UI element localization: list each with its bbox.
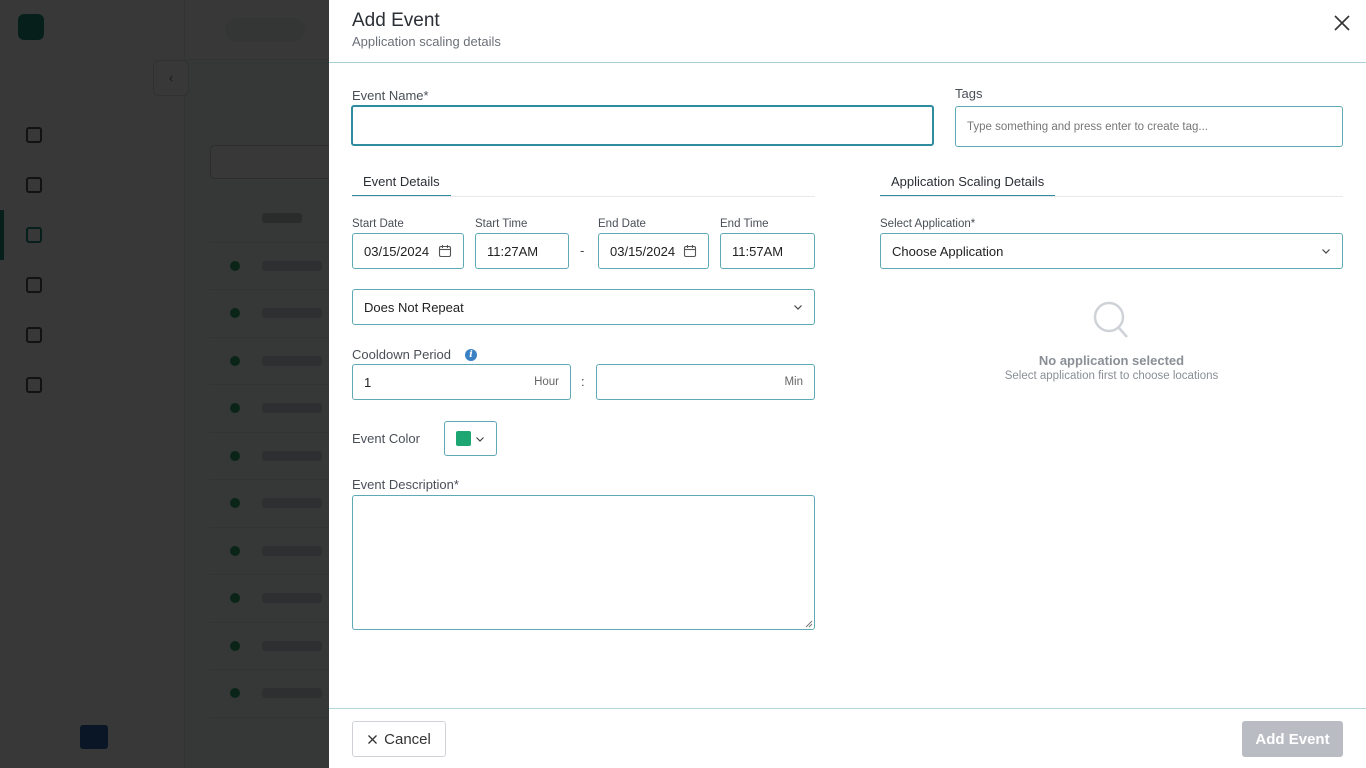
date-range-separator: - xyxy=(580,243,585,258)
tags-label: Tags xyxy=(955,86,983,101)
start-date-input[interactable]: 03/15/2024 xyxy=(352,233,464,269)
add-event-button[interactable]: Add Event xyxy=(1242,721,1343,757)
drawer-subtitle: Application scaling details xyxy=(352,34,501,49)
chevron-down-icon xyxy=(794,305,802,310)
calendar-icon xyxy=(683,245,697,258)
cooldown-hours-suffix: Hour xyxy=(534,376,559,388)
cooldown-hours-input[interactable]: 1 Hour xyxy=(352,364,571,400)
end-date-value: 03/15/2024 xyxy=(610,243,676,259)
select-application-value: Choose Application xyxy=(892,243,1004,259)
chevron-down-icon xyxy=(1322,249,1330,254)
empty-state-title: No application selected xyxy=(1038,353,1185,368)
event-color-picker[interactable] xyxy=(444,421,497,456)
resize-handle-icon[interactable] xyxy=(803,618,813,628)
empty-state: No application selected Select applicati… xyxy=(880,300,1343,382)
drawer-header: Add Event Application scaling details xyxy=(329,0,1366,63)
calendar-icon xyxy=(438,245,452,258)
event-description-label: Event Description* xyxy=(352,477,459,492)
tab-underline xyxy=(352,196,815,197)
search-icon xyxy=(1093,301,1128,338)
cooldown-minutes-suffix: Min xyxy=(784,376,803,388)
drawer-title: Add Event xyxy=(352,10,440,31)
select-application-dropdown[interactable]: Choose Application xyxy=(880,233,1343,269)
start-date-value: 03/15/2024 xyxy=(364,243,430,259)
cancel-button[interactable]: Cancel xyxy=(352,721,446,757)
end-time-label: End Time xyxy=(720,218,769,230)
end-date-label: End Date xyxy=(598,218,646,230)
close-icon xyxy=(368,734,378,744)
cooldown-minutes-input[interactable]: Min xyxy=(596,364,815,400)
cooldown-hours-value: 1 xyxy=(364,374,372,390)
cooldown-label: Cooldown Period xyxy=(352,347,452,362)
repeat-select[interactable]: Does Not Repeat xyxy=(352,289,815,325)
tags-input[interactable]: Type something and press enter to create… xyxy=(955,106,1343,147)
cooldown-colon: : xyxy=(581,374,585,389)
close-button[interactable] xyxy=(1330,11,1354,35)
close-icon xyxy=(1334,15,1350,31)
cancel-button-label: Cancel xyxy=(384,730,431,748)
select-application-label: Select Application* xyxy=(880,218,976,230)
start-time-input[interactable]: 11:27AM xyxy=(475,233,569,269)
event-name-label: Event Name* xyxy=(352,88,429,103)
start-time-label: Start Time xyxy=(475,218,528,230)
add-event-drawer: Add Event Application scaling details Ev… xyxy=(329,0,1366,768)
event-color-label: Event Color xyxy=(352,431,420,446)
event-name-input[interactable] xyxy=(351,105,934,146)
info-icon[interactable]: i xyxy=(465,349,477,361)
app-root: ‹ xyxy=(0,0,1366,768)
end-date-input[interactable]: 03/15/2024 xyxy=(598,233,709,269)
empty-state-subtitle: Select application first to choose locat… xyxy=(1004,370,1219,382)
tab-event-details[interactable]: Event Details xyxy=(352,174,451,197)
end-time-input[interactable]: 11:57AM xyxy=(720,233,815,269)
start-date-label: Start Date xyxy=(352,218,404,230)
tab-underline xyxy=(880,196,1343,197)
tab-application-scaling-details[interactable]: Application Scaling Details xyxy=(880,174,1056,197)
color-swatch xyxy=(456,431,471,446)
chevron-down-icon xyxy=(476,436,484,442)
repeat-select-value: Does Not Repeat xyxy=(364,299,464,315)
drawer-footer: Cancel Add Event xyxy=(329,708,1366,768)
tags-placeholder: Type something and press enter to create… xyxy=(967,120,1209,133)
event-description-textarea[interactable] xyxy=(352,495,815,630)
